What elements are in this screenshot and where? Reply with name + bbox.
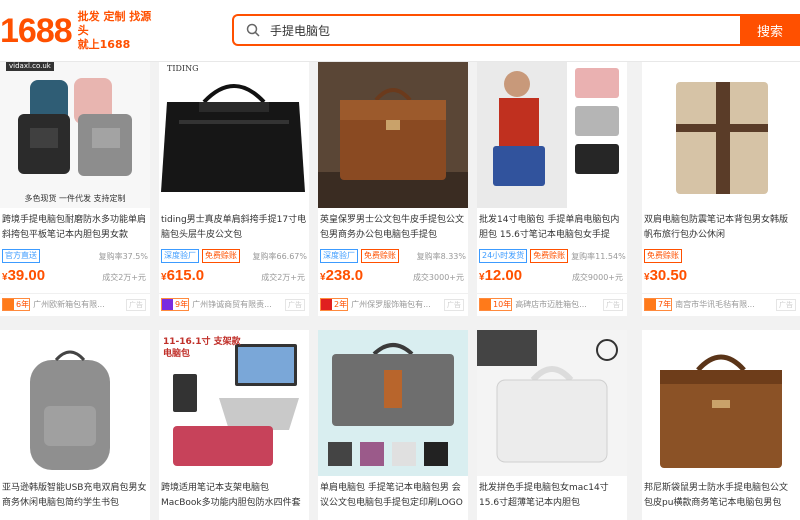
top-header: 1688 批发 定制 找源头 就上1688 手提电脑包 搜索: [0, 0, 800, 62]
shop-info[interactable]: 10年 高碑店市迈胜箱包... 广告: [477, 293, 627, 315]
ad-label: 广告: [285, 299, 305, 311]
product-card[interactable]: TIDING tiding男士真皮单肩斜挎手提17寸电脑包头层牛皮公文包 深度验…: [159, 62, 309, 316]
ad-label: 广告: [126, 299, 146, 311]
repurchase-rate: 复购率37.5%: [98, 251, 148, 261]
shop-info[interactable]: 2年 广州保罗服饰箱包有... 广告: [318, 293, 468, 315]
shop-name[interactable]: 广州铮诚商贸有限责...: [192, 299, 272, 310]
ad-label: 广告: [444, 299, 464, 311]
tag: 深度验厂: [320, 249, 358, 263]
tag: 免费赊账: [644, 249, 682, 263]
product-card[interactable]: 邦尼斯袋鼠男士防水手提电脑包公文包皮pu横款商务笔记本电脑包男包: [642, 330, 800, 520]
shop-badge-icon: [645, 299, 656, 310]
logo-text: 1688: [0, 12, 73, 50]
repurchase-rate: 复购率8.33%: [416, 251, 466, 261]
search-input[interactable]: 手提电脑包: [270, 22, 330, 39]
product-card[interactable]: vidaxl.co.uk 多色现货 一件代发 支持定制 跨境手提电脑包耐磨防水多…: [0, 62, 150, 316]
shop-years-badge: 2年: [320, 298, 349, 311]
search-bar[interactable]: 手提电脑包 搜索: [232, 14, 800, 46]
search-icon: [242, 19, 264, 41]
shop-name[interactable]: 高碑店市迈胜箱包...: [515, 299, 587, 310]
shop-years-badge: 6年: [2, 298, 31, 311]
product-price: ¥238.0: [320, 267, 364, 284]
tag: 深度验厂: [161, 249, 199, 263]
sold-amount: 成交9000+元: [571, 273, 623, 282]
slogan-line2: 就上1688: [77, 38, 131, 51]
product-card[interactable]: 批发14寸电脑包 手提单肩电脑包内胆包 15.6寸笔记本电脑包女手提 24小时发…: [477, 62, 627, 316]
promo-text: 11-16.1寸 支架款电脑包: [163, 337, 241, 359]
product-title[interactable]: 英皇保罗男士公文包牛皮手提包公文包男商务办公包电脑包手提包: [320, 213, 466, 243]
ad-label: 广告: [776, 299, 796, 311]
logo-slogan: 批发 定制 找源头 就上1688: [78, 10, 158, 52]
shop-info[interactable]: 6年 广州欧新箱包有限... 广告: [0, 293, 150, 315]
shop-name[interactable]: 广州欧新箱包有限...: [33, 299, 105, 310]
product-image[interactable]: [318, 330, 468, 476]
shop-info[interactable]: 9年 广州铮诚商贸有限责... 广告: [159, 293, 309, 315]
product-tags: 免费赊账: [644, 249, 790, 263]
site-logo[interactable]: 1688 批发 定制 找源头 就上1688: [0, 10, 158, 52]
sold-amount: 成交2万+元: [102, 273, 146, 282]
product-title[interactable]: 批发14寸电脑包 手提单肩电脑包内胆包 15.6寸笔记本电脑包女手提: [479, 213, 625, 243]
product-tags: 24小时发货 免费赊账 复购率11.54%: [479, 249, 626, 263]
product-card[interactable]: 批发拼色手提电脑包女mac14寸15.6寸超薄笔记本内胆包matebook电脑包: [477, 330, 627, 520]
repurchase-rate: 复购率11.54%: [571, 251, 626, 261]
product-image[interactable]: TIDING: [159, 62, 309, 208]
product-image[interactable]: [642, 330, 800, 476]
product-title[interactable]: 亚马逊韩版智能USB充电双肩包男女商务休闲电脑包简约学生书包: [2, 481, 148, 511]
shop-years-badge: 7年: [644, 298, 673, 311]
product-price: ¥615.0: [161, 267, 205, 284]
repurchase-rate: 复购率66.67%: [252, 251, 307, 261]
product-title[interactable]: 单肩电脑包 手提笔记本电脑包男 会议公文包电脑包手提包定印刷LOGO: [320, 481, 466, 511]
product-card[interactable]: 11-16.1寸 支架款电脑包 跨境适用笔记本支架电脑包MacBook多功能内胆…: [159, 330, 309, 520]
product-card[interactable]: 亚马逊韩版智能USB充电双肩包男女商务休闲电脑包简约学生书包: [0, 330, 150, 520]
sold-amount: 成交2万+元: [261, 273, 305, 282]
image-overlay-label: vidaxl.co.uk: [6, 62, 54, 71]
product-price: ¥12.00: [479, 267, 523, 284]
tag: 免费赊账: [361, 249, 399, 263]
shop-name[interactable]: 南宫市华讯毛毡有限...: [675, 299, 755, 310]
product-price: ¥30.50: [644, 267, 688, 284]
shop-info[interactable]: 7年 南宫市华讯毛毡有限... 广告: [642, 293, 800, 315]
product-image[interactable]: 11-16.1寸 支架款电脑包: [159, 330, 309, 476]
tag: 24小时发货: [479, 249, 528, 263]
product-image[interactable]: [477, 62, 627, 208]
sold-amount: 成交3000+元: [412, 273, 464, 282]
product-tags: 官方直送 复购率37.5%: [2, 249, 148, 263]
product-tags: 深度验厂 免费赊账 复购率8.33%: [320, 249, 466, 263]
shop-years-badge: 10年: [479, 298, 513, 311]
tag: 免费赊账: [202, 249, 240, 263]
shop-badge-icon: [162, 299, 173, 310]
search-button[interactable]: 搜索: [740, 14, 800, 46]
product-card[interactable]: 单肩电脑包 手提笔记本电脑包男 会议公文包电脑包手提包定印刷LOGO: [318, 330, 468, 520]
product-image[interactable]: [477, 330, 627, 476]
product-title[interactable]: 批发拼色手提电脑包女mac14寸15.6寸超薄笔记本内胆包matebook电脑包: [479, 481, 625, 511]
shop-badge-icon: [321, 299, 332, 310]
product-title[interactable]: 双肩电脑包防震笔记本背包男女韩版帆布旅行包办公休闲: [644, 213, 790, 243]
product-title[interactable]: 跨境适用笔记本支架电脑包MacBook多功能内胆包防水四件套收纳包: [161, 481, 307, 511]
shop-name[interactable]: 广州保罗服饰箱包有...: [351, 299, 431, 310]
shop-badge-icon: [480, 299, 491, 310]
image-caption: 多色现货 一件代发 支持定制: [24, 194, 126, 203]
product-price: ¥39.00: [2, 267, 46, 284]
ad-label: 广告: [603, 299, 623, 311]
brand-logo: TIDING: [167, 64, 199, 73]
tag: 免费赊账: [530, 249, 569, 263]
product-title[interactable]: 邦尼斯袋鼠男士防水手提电脑包公文包皮pu横款商务笔记本电脑包男包: [644, 481, 790, 511]
slogan-line1: 批发 定制 找源头: [77, 10, 152, 37]
product-image[interactable]: [318, 62, 468, 208]
product-title[interactable]: 跨境手提电脑包耐磨防水多功能单肩斜挎包平板笔记本内胆包男女款: [2, 213, 148, 243]
product-card[interactable]: 双肩电脑包防震笔记本背包男女韩版帆布旅行包办公休闲 免费赊账 ¥30.50 7年…: [642, 62, 800, 316]
shop-years-badge: 9年: [161, 298, 190, 311]
product-card[interactable]: 英皇保罗男士公文包牛皮手提包公文包男商务办公包电脑包手提包 深度验厂 免费赊账 …: [318, 62, 468, 316]
product-image[interactable]: [0, 330, 150, 476]
product-image[interactable]: vidaxl.co.uk 多色现货 一件代发 支持定制: [0, 62, 150, 208]
shop-badge-icon: [3, 299, 14, 310]
product-tags: 深度验厂 免费赊账 复购率66.67%: [161, 249, 307, 263]
tag: 官方直送: [2, 249, 40, 263]
product-image[interactable]: [642, 62, 800, 208]
product-title[interactable]: tiding男士真皮单肩斜挎手提17寸电脑包头层牛皮公文包: [161, 213, 307, 243]
